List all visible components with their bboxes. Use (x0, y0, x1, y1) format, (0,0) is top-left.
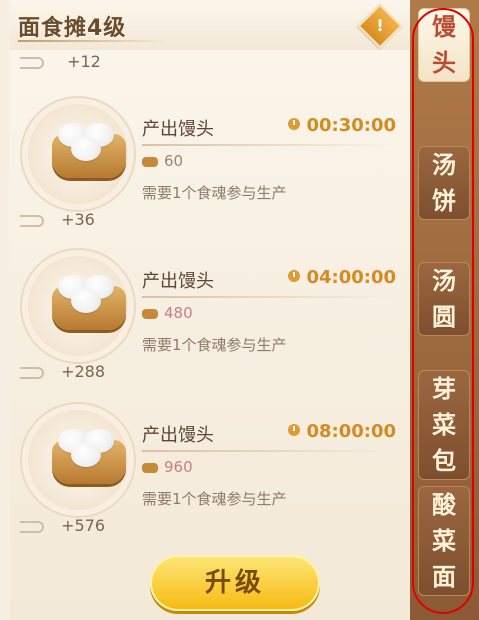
tab-char: 面 (432, 563, 456, 591)
tab-char: 芽 (432, 375, 456, 403)
item-title: 产出馒头 (142, 425, 214, 446)
top-bonus: +12 (20, 52, 101, 71)
item-timer: 08:00:00 (288, 421, 396, 442)
bonus-arrow-icon (20, 56, 44, 69)
production-item: 产出馒头 08:00:00 960 需要1个食魂参与生产 +576 (10, 404, 410, 554)
timer-value: 04:00:00 (306, 267, 396, 288)
production-panel: 面食摊4级 ! +12 产出馒头 00:30:00 60 需要1个食魂参与生产 … (10, 0, 411, 620)
steamer-mini-icon (142, 309, 158, 319)
bonus-arrow-icon (20, 366, 44, 379)
item-bonus: +36 (20, 210, 95, 229)
panel-header: 面食摊4级 ! (10, 0, 410, 50)
tab-char: 包 (432, 447, 456, 475)
item-divider (142, 450, 397, 452)
bonus-value: +36 (61, 210, 95, 229)
amount-value: 480 (164, 304, 193, 322)
clock-icon (288, 424, 301, 436)
tab-char: 汤 (432, 151, 456, 179)
tab-tangyuan[interactable]: 汤 圆 (418, 262, 470, 336)
tab-mantou[interactable]: 馒 头 (418, 8, 470, 82)
amount-value: 960 (164, 458, 193, 476)
tab-suancaimian[interactable]: 酸 菜 面 (418, 486, 470, 596)
item-requirement: 需要1个食魂参与生产 (142, 184, 287, 202)
item-image-frame (22, 404, 134, 516)
tab-char: 圆 (432, 303, 456, 331)
tab-tangbing[interactable]: 汤 饼 (418, 146, 470, 220)
clock-icon (288, 270, 301, 282)
item-divider (142, 296, 397, 298)
timer-value: 08:00:00 (306, 421, 396, 442)
info-button[interactable]: ! (357, 3, 403, 49)
item-title: 产出馒头 (142, 271, 214, 292)
bun-icon (71, 443, 101, 467)
production-item: 产出馒头 00:30:00 60 需要1个食魂参与生产 +36 (10, 98, 410, 248)
bun-icon (71, 137, 101, 161)
production-item: 产出馒头 04:00:00 480 需要1个食魂参与生产 +288 (10, 250, 410, 400)
bonus-value: +12 (67, 52, 101, 71)
tab-char: 菜 (432, 527, 456, 555)
tab-char: 头 (432, 49, 456, 77)
clock-icon (288, 118, 301, 130)
timer-value: 00:30:00 (306, 115, 396, 136)
tab-char: 馒 (432, 13, 456, 41)
item-amount: 960 (142, 458, 193, 476)
item-bonus: +288 (20, 362, 105, 381)
item-timer: 04:00:00 (288, 267, 396, 288)
item-timer: 00:30:00 (288, 115, 396, 136)
upgrade-button[interactable]: 升级 (150, 555, 320, 611)
item-image-frame (22, 250, 134, 362)
tab-yacaibao[interactable]: 芽 菜 包 (418, 370, 470, 480)
bonus-arrow-icon (20, 520, 44, 533)
tab-char: 饼 (432, 187, 456, 215)
item-bonus: +576 (20, 516, 105, 535)
item-amount: 60 (142, 152, 183, 170)
steamer-mini-icon (142, 157, 158, 167)
bonus-arrow-icon (20, 214, 44, 227)
info-icon: ! (376, 16, 384, 35)
item-requirement: 需要1个食魂参与生产 (142, 490, 287, 508)
steamer-mini-icon (142, 463, 158, 473)
bonus-value: +576 (61, 516, 106, 535)
tab-char: 汤 (432, 267, 456, 295)
item-requirement: 需要1个食魂参与生产 (142, 336, 287, 354)
tab-char: 酸 (432, 491, 456, 519)
title-underline (18, 40, 168, 42)
tab-char: 菜 (432, 411, 456, 439)
amount-value: 60 (164, 152, 184, 170)
bun-icon (71, 289, 101, 313)
item-title: 产出馒头 (142, 119, 214, 140)
category-sidebar: 馒 头 汤 饼 汤 圆 芽 菜 包 酸 菜 面 (410, 0, 479, 620)
page-title: 面食摊4级 (18, 16, 127, 41)
item-divider (142, 144, 397, 146)
item-amount: 480 (142, 304, 193, 322)
bonus-value: +288 (61, 362, 106, 381)
item-image-frame (22, 98, 134, 210)
